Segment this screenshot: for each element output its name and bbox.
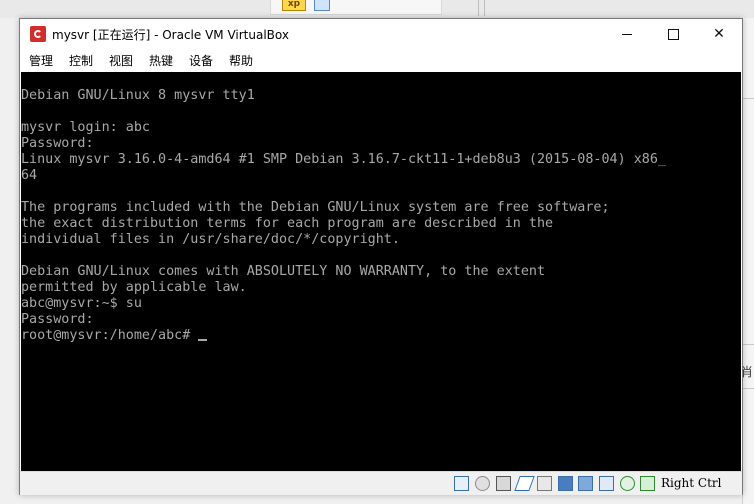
minimize-button[interactable] — [604, 19, 650, 49]
maximize-icon — [667, 28, 679, 40]
background-divider — [484, 0, 485, 16]
hard-disk-icon[interactable] — [454, 476, 469, 491]
minimize-icon — [622, 33, 632, 35]
menu-bar: 管理 控制 视图 热键 设备 帮助 — [20, 49, 742, 71]
vm-window: mysvr [正在运行] - Oracle VM VirtualBox ✕ 管理… — [19, 18, 743, 495]
text-cursor — [198, 339, 208, 341]
background-image-icon — [314, 0, 330, 11]
shared-folders-icon[interactable] — [537, 476, 552, 491]
menu-item-devices[interactable]: 设备 — [189, 52, 213, 69]
console-line: Debian GNU/Linux comes with ABSOLUTELY N… — [21, 264, 546, 279]
console-line: 64 — [21, 168, 38, 183]
background-divider — [742, 98, 754, 99]
menu-item-view[interactable]: 视图 — [109, 52, 133, 69]
video-capture-icon[interactable] — [578, 476, 593, 491]
host-key-label[interactable]: Right Ctrl — [661, 476, 722, 490]
maximize-button[interactable] — [650, 19, 696, 49]
console-line: individual files in /usr/share/doc/*/cop… — [21, 232, 400, 247]
background-divider — [742, 388, 754, 389]
console-output: Debian GNU/Linux 8 mysvr tty1 mysvr logi… — [21, 88, 666, 344]
keyboard-capture-icon[interactable] — [640, 476, 655, 491]
virtualbox-app-icon[interactable] — [30, 26, 46, 42]
console-prompt[interactable]: root@mysvr:/home/abc# — [21, 328, 198, 343]
close-icon: ✕ — [713, 26, 725, 42]
background-divider — [742, 344, 754, 345]
background-xp-icon: xp — [282, 0, 306, 11]
optical-drive-icon[interactable] — [475, 476, 490, 491]
title-bar[interactable]: mysvr [正在运行] - Oracle VM VirtualBox ✕ — [20, 19, 742, 49]
background-right-panel — [742, 18, 754, 504]
menu-item-control[interactable]: 控制 — [69, 52, 93, 69]
console-line: Debian GNU/Linux 8 mysvr tty1 — [21, 88, 255, 103]
display-icon[interactable] — [558, 476, 573, 491]
console-line: Linux mysvr 3.16.0-4-amd64 #1 SMP Debian… — [21, 152, 666, 167]
audio-icon[interactable] — [496, 476, 511, 491]
window-title: mysvr [正在运行] - Oracle VM VirtualBox — [52, 28, 289, 42]
cpu-icon[interactable] — [599, 476, 614, 491]
console-line: permitted by applicable law. — [21, 280, 247, 295]
console-line: mysvr login: abc — [21, 120, 150, 135]
vm-console-screen[interactable]: Debian GNU/Linux 8 mysvr tty1 mysvr logi… — [21, 72, 741, 471]
menu-item-help[interactable]: 帮助 — [229, 52, 253, 69]
console-line: Password: — [21, 312, 94, 327]
status-bar: Right Ctrl — [20, 471, 742, 495]
console-line: The programs included with the Debian GN… — [21, 200, 610, 215]
usb-icon[interactable] — [514, 476, 535, 491]
background-divider — [478, 0, 479, 16]
console-line: Password: — [21, 136, 94, 151]
console-line: the exact distribution terms for each pr… — [21, 216, 554, 231]
console-line: abc@mysvr:~$ su — [21, 296, 142, 311]
close-button[interactable]: ✕ — [696, 19, 742, 49]
menu-item-machine[interactable]: 管理 — [29, 52, 53, 69]
menu-item-hotkeys[interactable]: 热键 — [149, 52, 173, 69]
mouse-integration-icon[interactable] — [620, 476, 635, 491]
